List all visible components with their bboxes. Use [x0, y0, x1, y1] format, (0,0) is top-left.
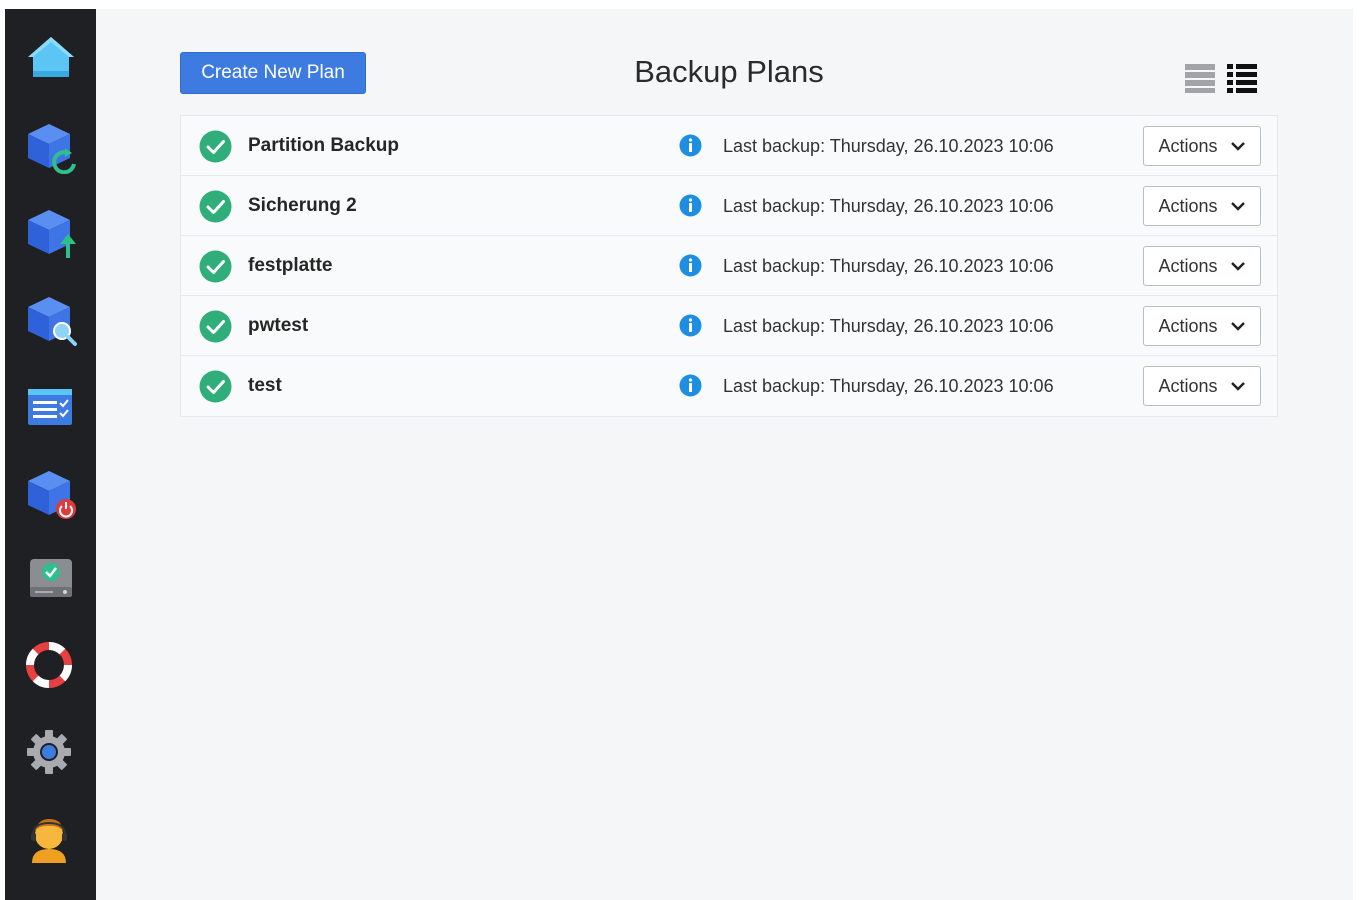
cube-upload-icon: [27, 210, 76, 259]
toolbar: Create New Plan Backup Plans: [180, 52, 1278, 96]
info-icon[interactable]: [679, 374, 702, 397]
backup-plans-list: Partition Backup Last backup: Thursday, …: [180, 115, 1278, 417]
actions-label: Actions: [1158, 315, 1218, 336]
sidebar-item-shutdown[interactable]: [5, 467, 96, 554]
info-icon[interactable]: [679, 254, 702, 277]
sidebar-item-tasks[interactable]: [5, 380, 96, 467]
plan-row: festplatte Last backup: Thursday, 26.10.…: [181, 236, 1277, 296]
actions-dropdown-button[interactable]: Actions: [1143, 246, 1261, 286]
compact-list-view-icon[interactable]: [1184, 62, 1216, 99]
view-toggle: [1184, 62, 1258, 99]
sidebar-item-search[interactable]: [5, 293, 96, 380]
plan-row: pwtest Last backup: Thursday, 26.10.2023…: [181, 296, 1277, 356]
last-backup-text: Last backup: Thursday, 26.10.2023 10:06: [723, 375, 1054, 396]
plan-name[interactable]: test: [248, 356, 282, 416]
actions-dropdown-button[interactable]: Actions: [1143, 186, 1261, 226]
plan-name[interactable]: Partition Backup: [248, 116, 399, 176]
plan-name[interactable]: Sicherung 2: [248, 176, 357, 236]
sidebar-item-settings[interactable]: [5, 727, 96, 814]
chevron-down-icon: [1230, 142, 1245, 151]
last-backup-text: Last backup: Thursday, 26.10.2023 10:06: [723, 195, 1054, 216]
sidebar-item-upload[interactable]: [5, 206, 96, 293]
cube-search-icon: [27, 297, 77, 347]
home-icon: [27, 37, 74, 77]
info-icon[interactable]: [679, 314, 702, 337]
sidebar-item-drive[interactable]: [5, 553, 96, 640]
sidebar-item-account[interactable]: [5, 813, 96, 900]
actions-label: Actions: [1158, 375, 1218, 396]
chevron-down-icon: [1230, 262, 1245, 271]
cube-power-icon: [27, 470, 76, 519]
plan-name[interactable]: pwtest: [248, 296, 308, 356]
create-new-plan-button[interactable]: Create New Plan: [180, 52, 366, 94]
chevron-down-icon: [1230, 382, 1245, 391]
success-check-icon: [199, 370, 232, 403]
last-backup-text: Last backup: Thursday, 26.10.2023 10:06: [723, 315, 1054, 336]
success-check-icon: [199, 130, 232, 163]
actions-dropdown-button[interactable]: Actions: [1143, 126, 1261, 166]
main-content: Create New Plan Backup Plans Partition B…: [96, 9, 1353, 900]
sidebar-item-home[interactable]: [5, 33, 96, 120]
success-check-icon: [199, 250, 232, 283]
gear-icon: [26, 729, 71, 774]
chevron-down-icon: [1230, 202, 1245, 211]
actions-dropdown-button[interactable]: Actions: [1143, 306, 1261, 346]
sidebar-item-support[interactable]: [5, 640, 96, 727]
drive-check-icon: [29, 559, 72, 598]
actions-label: Actions: [1158, 195, 1218, 216]
cube-refresh-icon: [27, 123, 76, 174]
plan-name[interactable]: festplatte: [248, 236, 332, 296]
last-backup-text: Last backup: Thursday, 26.10.2023 10:06: [723, 255, 1054, 276]
user-avatar-icon: [30, 819, 67, 864]
actions-dropdown-button[interactable]: Actions: [1143, 366, 1261, 406]
plan-row: Sicherung 2 Last backup: Thursday, 26.10…: [181, 176, 1277, 236]
last-backup-text: Last backup: Thursday, 26.10.2023 10:06: [723, 135, 1054, 156]
sidebar-item-restore[interactable]: [5, 120, 96, 207]
actions-label: Actions: [1158, 255, 1218, 276]
checklist-icon: [27, 388, 72, 425]
app-window: Create New Plan Backup Plans Partition B…: [5, 9, 1353, 900]
sidebar-nav: [5, 9, 96, 900]
info-icon[interactable]: [679, 134, 702, 157]
actions-label: Actions: [1158, 135, 1218, 156]
detailed-list-view-icon[interactable]: [1226, 62, 1258, 99]
success-check-icon: [199, 310, 232, 343]
info-icon[interactable]: [679, 194, 702, 217]
success-check-icon: [199, 190, 232, 223]
plan-row: test Last backup: Thursday, 26.10.2023 1…: [181, 356, 1277, 416]
chevron-down-icon: [1230, 322, 1245, 331]
lifebuoy-icon: [25, 641, 72, 688]
plan-row: Partition Backup Last backup: Thursday, …: [181, 116, 1277, 176]
